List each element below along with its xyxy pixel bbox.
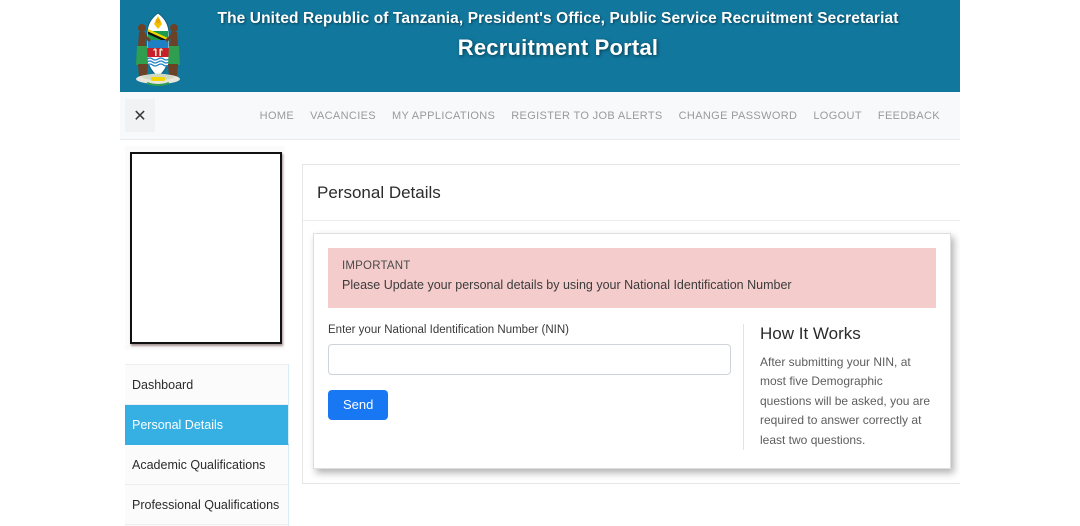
how-it-works-section: How It Works After submitting your NIN, … <box>743 323 936 451</box>
nav-item-feedback[interactable]: FEEDBACK <box>870 110 948 122</box>
sidebar-item-label: Professional Qualifications <box>132 497 280 512</box>
sidebar: Dashboard Personal Details Academic Qual… <box>120 140 290 526</box>
header-organization-title: The United Republic of Tanzania, Preside… <box>217 10 899 27</box>
profile-photo-placeholder <box>130 152 282 344</box>
nin-field-label: Enter your National Identification Numbe… <box>328 323 569 336</box>
nav-links: HOME VACANCIES MY APPLICATIONS REGISTER … <box>252 110 960 122</box>
header-portal-title: Recruitment Portal <box>457 35 659 61</box>
nav-item-my-applications[interactable]: MY APPLICATIONS <box>384 110 503 122</box>
send-button[interactable]: Send <box>328 389 389 421</box>
profile-photo-panel <box>125 146 285 350</box>
sidebar-item-dashboard[interactable]: Dashboard <box>125 365 289 405</box>
sidebar-item-academic-qualifications[interactable]: Academic Qualifications <box>125 445 289 485</box>
alert-message: Please Update your personal details by u… <box>342 278 792 292</box>
main-content: Personal Details IMPORTANT Please Update… <box>290 140 960 485</box>
nav-item-logout[interactable]: LOGOUT <box>805 110 870 122</box>
panel-body: IMPORTANT Please Update your personal de… <box>303 221 960 483</box>
nav-item-home[interactable]: HOME <box>252 110 302 122</box>
nin-form-card: IMPORTANT Please Update your personal de… <box>313 233 951 470</box>
nin-form-left: Enter your National Identification Numbe… <box>328 323 743 421</box>
nav-item-register-to-job-alerts[interactable]: REGISTER TO JOB ALERTS <box>503 110 670 122</box>
site-header: The United Republic of Tanzania, Preside… <box>120 0 960 92</box>
close-x-icon[interactable]: ✕ <box>125 99 155 132</box>
header-title-group: The United Republic of Tanzania, Preside… <box>196 0 960 62</box>
nav-item-vacancies[interactable]: VACANCIES <box>302 110 384 122</box>
alert-title: IMPORTANT <box>342 260 411 272</box>
nin-input[interactable] <box>328 343 731 375</box>
how-it-works-title: How It Works <box>760 323 861 343</box>
nin-form-row: Enter your National Identification Numbe… <box>328 323 936 451</box>
sidebar-item-label: Personal Details <box>132 417 224 432</box>
main-navbar: ✕ HOME VACANCIES MY APPLICATIONS REGISTE… <box>120 92 960 140</box>
nav-item-change-password[interactable]: CHANGE PASSWORD <box>671 110 806 122</box>
personal-details-panel: Personal Details IMPORTANT Please Update… <box>302 164 960 485</box>
tanzania-coat-of-arms-icon <box>120 0 196 92</box>
page-body: Dashboard Personal Details Academic Qual… <box>120 140 960 526</box>
sidebar-item-professional-qualifications[interactable]: Professional Qualifications <box>125 485 289 525</box>
sidebar-item-personal-details[interactable]: Personal Details <box>125 405 289 445</box>
page-title: Personal Details <box>303 165 960 221</box>
page-viewport: The United Republic of Tanzania, Preside… <box>120 0 960 526</box>
how-it-works-text: After submitting your NIN, at most five … <box>760 354 931 447</box>
sidebar-menu: Dashboard Personal Details Academic Qual… <box>125 364 289 526</box>
sidebar-item-label: Dashboard <box>132 377 194 392</box>
sidebar-item-label: Academic Qualifications <box>132 457 266 472</box>
important-alert: IMPORTANT Please Update your personal de… <box>328 248 936 308</box>
